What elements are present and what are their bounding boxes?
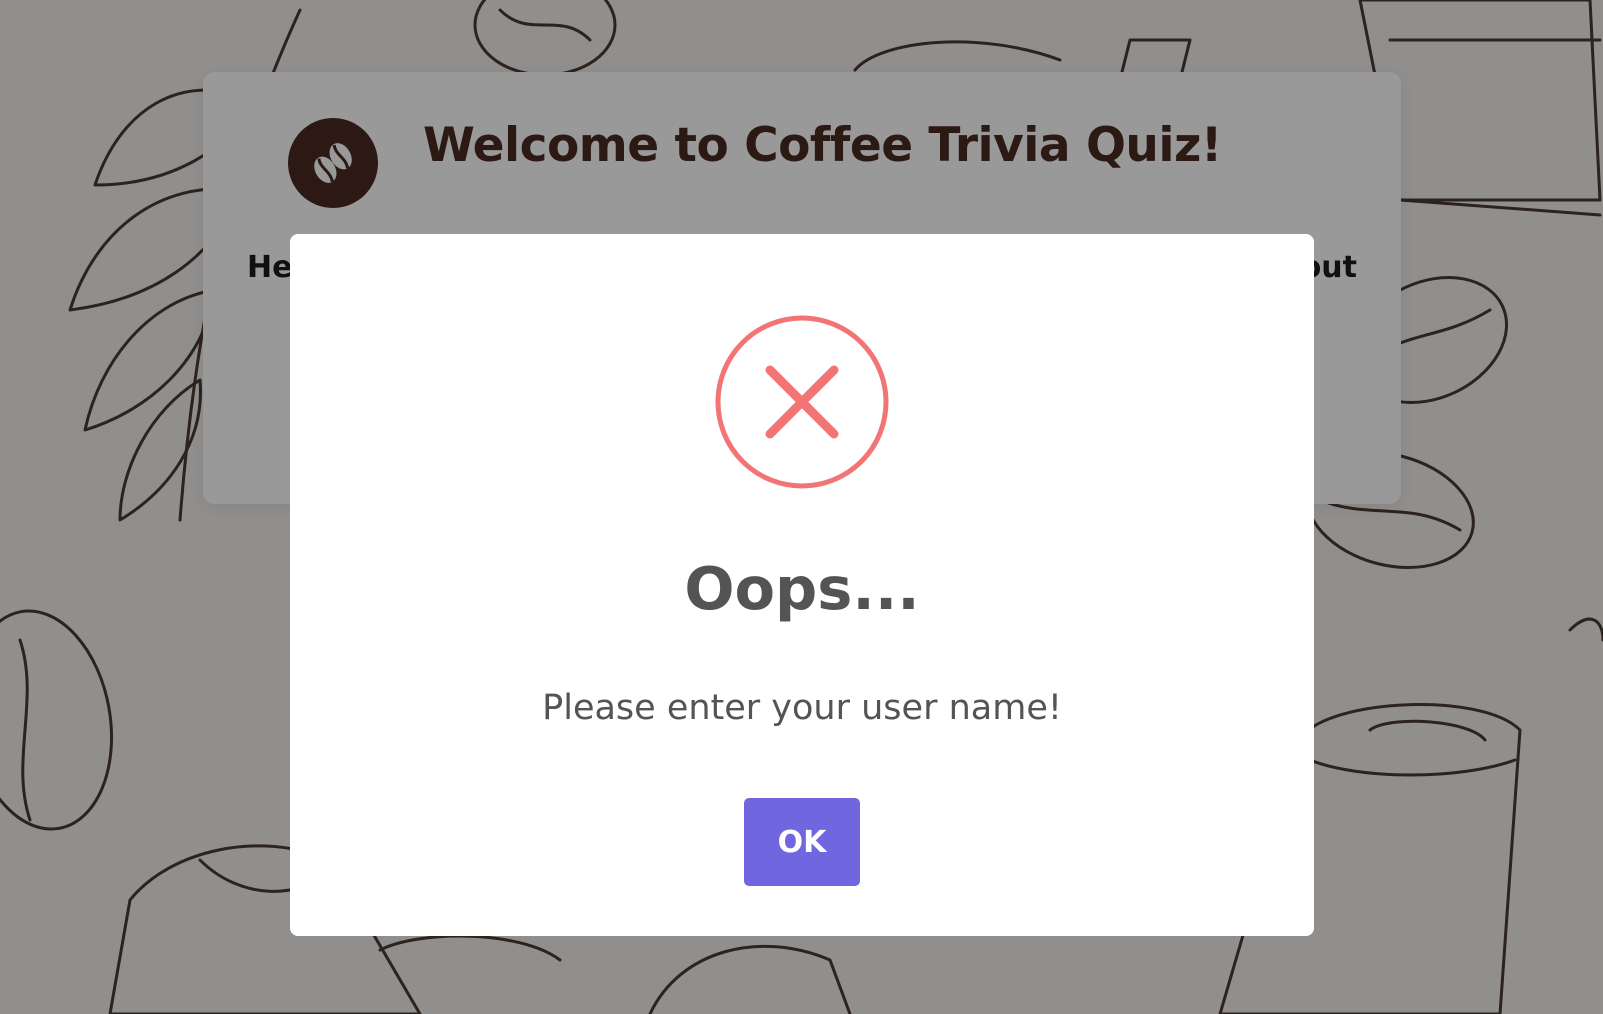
ok-button[interactable]: OK bbox=[744, 798, 860, 886]
dialog-message: Please enter your user name! bbox=[542, 688, 1062, 728]
error-x-icon bbox=[715, 315, 889, 489]
error-dialog: Oops... Please enter your user name! OK bbox=[290, 234, 1314, 936]
dialog-title: Oops... bbox=[684, 554, 920, 623]
quiz-page: Welcome to Coffee Trivia Quiz! He out Oo… bbox=[0, 0, 1603, 1014]
